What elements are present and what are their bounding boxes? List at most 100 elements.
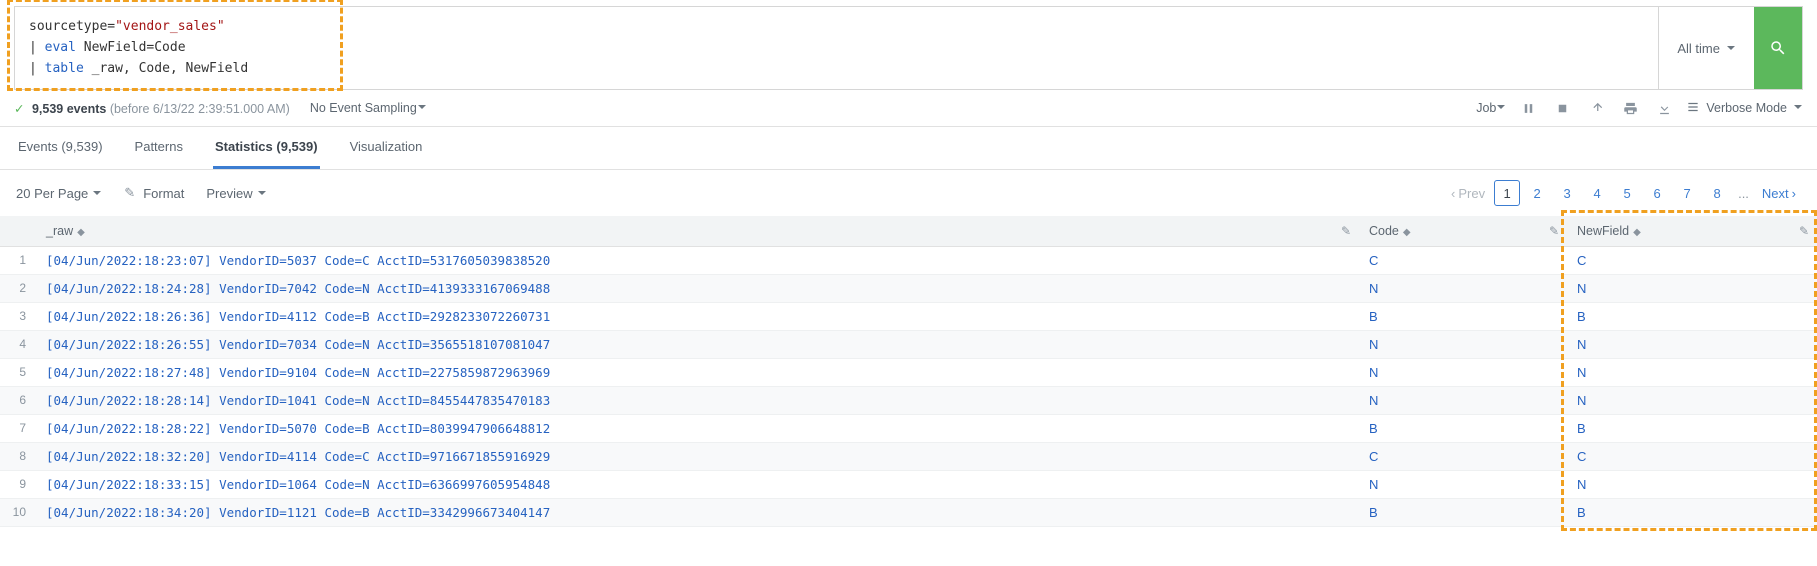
chevron-down-icon (257, 186, 267, 201)
chevron-down-icon (92, 186, 102, 201)
cell-newfield[interactable]: B (1567, 415, 1817, 443)
table-row: 10[04/Jun/2022:18:34:20] VendorID=1121 C… (0, 499, 1817, 527)
sort-icon: ◆ (1633, 227, 1641, 238)
row-index: 10 (0, 499, 36, 527)
chevron-right-icon: › (1792, 186, 1796, 201)
cell-raw[interactable]: [04/Jun/2022:18:28:22] VendorID=5070 Cod… (36, 415, 1359, 443)
print-button[interactable] (1618, 96, 1642, 120)
tab-visualization[interactable]: Visualization (348, 127, 425, 169)
cell-raw[interactable]: [04/Jun/2022:18:24:28] VendorID=7042 Cod… (36, 275, 1359, 303)
cell-raw[interactable]: [04/Jun/2022:18:26:36] VendorID=4112 Cod… (36, 303, 1359, 331)
row-index: 1 (0, 247, 36, 275)
cell-code[interactable]: N (1359, 275, 1567, 303)
chevron-down-icon (1793, 101, 1803, 115)
search-icon (1769, 39, 1787, 57)
page-8-button[interactable]: 8 (1704, 180, 1730, 206)
time-range-picker[interactable]: All time (1658, 7, 1754, 89)
paginator: ‹ Prev 1 2 3 4 5 6 7 8 ... Next › (1446, 180, 1801, 206)
result-tabs: Events (9,539) Patterns Statistics (9,53… (0, 127, 1817, 170)
cell-raw[interactable]: [04/Jun/2022:18:27:48] VendorID=9104 Cod… (36, 359, 1359, 387)
search-input[interactable]: sourcetype="vendor_sales" | eval NewFiel… (15, 7, 1658, 89)
tab-events[interactable]: Events (9,539) (16, 127, 105, 169)
cell-code[interactable]: B (1359, 499, 1567, 527)
row-index: 2 (0, 275, 36, 303)
row-index: 4 (0, 331, 36, 359)
cell-code[interactable]: B (1359, 415, 1567, 443)
job-dropdown[interactable]: Job (1476, 101, 1506, 115)
share-button[interactable] (1584, 96, 1608, 120)
chevron-left-icon: ‹ (1451, 186, 1455, 201)
preview-dropdown[interactable]: Preview (206, 186, 266, 201)
edit-column-icon[interactable]: ✎ (1549, 224, 1559, 238)
sort-icon: ◆ (77, 227, 85, 238)
page-3-button[interactable]: 3 (1554, 180, 1580, 206)
check-icon: ✓ (14, 102, 24, 116)
cell-newfield[interactable]: N (1567, 331, 1817, 359)
cell-raw[interactable]: [04/Jun/2022:18:26:55] VendorID=7034 Cod… (36, 331, 1359, 359)
cell-newfield[interactable]: N (1567, 471, 1817, 499)
column-header-newfield[interactable]: NewField◆ ✎ (1567, 216, 1817, 247)
pause-button[interactable] (1516, 96, 1540, 120)
table-row: 9[04/Jun/2022:18:33:15] VendorID=1064 Co… (0, 471, 1817, 499)
sort-icon: ◆ (1403, 227, 1411, 238)
tab-statistics[interactable]: Statistics (9,539) (213, 127, 320, 169)
page-4-button[interactable]: 4 (1584, 180, 1610, 206)
cell-raw[interactable]: [04/Jun/2022:18:28:14] VendorID=1041 Cod… (36, 387, 1359, 415)
row-index: 8 (0, 443, 36, 471)
cell-raw[interactable]: [04/Jun/2022:18:33:15] VendorID=1064 Cod… (36, 471, 1359, 499)
cell-newfield[interactable]: C (1567, 443, 1817, 471)
page-ellipsis: ... (1734, 186, 1753, 201)
cell-code[interactable]: N (1359, 331, 1567, 359)
table-row: 6[04/Jun/2022:18:28:14] VendorID=1041 Co… (0, 387, 1817, 415)
table-row: 8[04/Jun/2022:18:32:20] VendorID=4114 Co… (0, 443, 1817, 471)
table-row: 2[04/Jun/2022:18:24:28] VendorID=7042 Co… (0, 275, 1817, 303)
search-mode-dropdown[interactable]: Verbose Mode (1686, 100, 1803, 117)
chevron-down-icon (1496, 101, 1506, 115)
cell-code[interactable]: N (1359, 359, 1567, 387)
results-toolbar: 20 Per Page ✎ Format Preview ‹ Prev 1 2 … (0, 170, 1817, 216)
cell-code[interactable]: B (1359, 303, 1567, 331)
page-1-button[interactable]: 1 (1494, 180, 1520, 206)
page-5-button[interactable]: 5 (1614, 180, 1640, 206)
cell-raw[interactable]: [04/Jun/2022:18:32:20] VendorID=4114 Cod… (36, 443, 1359, 471)
job-status-text: ✓ 9,539 events (before 6/13/22 2:39:51.0… (14, 101, 290, 116)
column-header-code[interactable]: Code◆ ✎ (1359, 216, 1567, 247)
edit-column-icon[interactable]: ✎ (1799, 224, 1809, 238)
download-button[interactable] (1652, 96, 1676, 120)
cell-newfield[interactable]: B (1567, 303, 1817, 331)
event-sampling-dropdown[interactable]: No Event Sampling (310, 101, 427, 115)
page-2-button[interactable]: 2 (1524, 180, 1550, 206)
prev-page-button[interactable]: ‹ Prev (1446, 180, 1490, 206)
tab-patterns[interactable]: Patterns (133, 127, 185, 169)
cell-raw[interactable]: [04/Jun/2022:18:23:07] VendorID=5037 Cod… (36, 247, 1359, 275)
cell-code[interactable]: N (1359, 387, 1567, 415)
format-dropdown[interactable]: ✎ Format (124, 185, 184, 201)
column-header-index (0, 216, 36, 247)
page-6-button[interactable]: 6 (1644, 180, 1670, 206)
wand-icon: ✎ (124, 185, 135, 201)
table-row: 7[04/Jun/2022:18:28:22] VendorID=5070 Co… (0, 415, 1817, 443)
table-row: 4[04/Jun/2022:18:26:55] VendorID=7034 Co… (0, 331, 1817, 359)
per-page-dropdown[interactable]: 20 Per Page (16, 186, 102, 201)
results-table: _raw◆ ✎ Code◆ ✎ NewField◆ ✎ 1[04/Jun/202… (0, 216, 1817, 527)
cell-newfield[interactable]: N (1567, 387, 1817, 415)
column-header-raw[interactable]: _raw◆ ✎ (36, 216, 1359, 247)
search-bar: sourcetype="vendor_sales" | eval NewFiel… (14, 6, 1803, 90)
cell-newfield[interactable]: N (1567, 275, 1817, 303)
chevron-down-icon (417, 101, 427, 115)
table-row: 5[04/Jun/2022:18:27:48] VendorID=9104 Co… (0, 359, 1817, 387)
edit-column-icon[interactable]: ✎ (1341, 224, 1351, 238)
cell-raw[interactable]: [04/Jun/2022:18:34:20] VendorID=1121 Cod… (36, 499, 1359, 527)
search-button[interactable] (1754, 7, 1802, 89)
cell-code[interactable]: C (1359, 443, 1567, 471)
next-page-button[interactable]: Next › (1757, 180, 1801, 206)
cell-newfield[interactable]: B (1567, 499, 1817, 527)
cell-code[interactable]: N (1359, 471, 1567, 499)
stop-button[interactable] (1550, 96, 1574, 120)
page-7-button[interactable]: 7 (1674, 180, 1700, 206)
table-row: 3[04/Jun/2022:18:26:36] VendorID=4112 Co… (0, 303, 1817, 331)
row-index: 7 (0, 415, 36, 443)
cell-code[interactable]: C (1359, 247, 1567, 275)
cell-newfield[interactable]: N (1567, 359, 1817, 387)
cell-newfield[interactable]: C (1567, 247, 1817, 275)
